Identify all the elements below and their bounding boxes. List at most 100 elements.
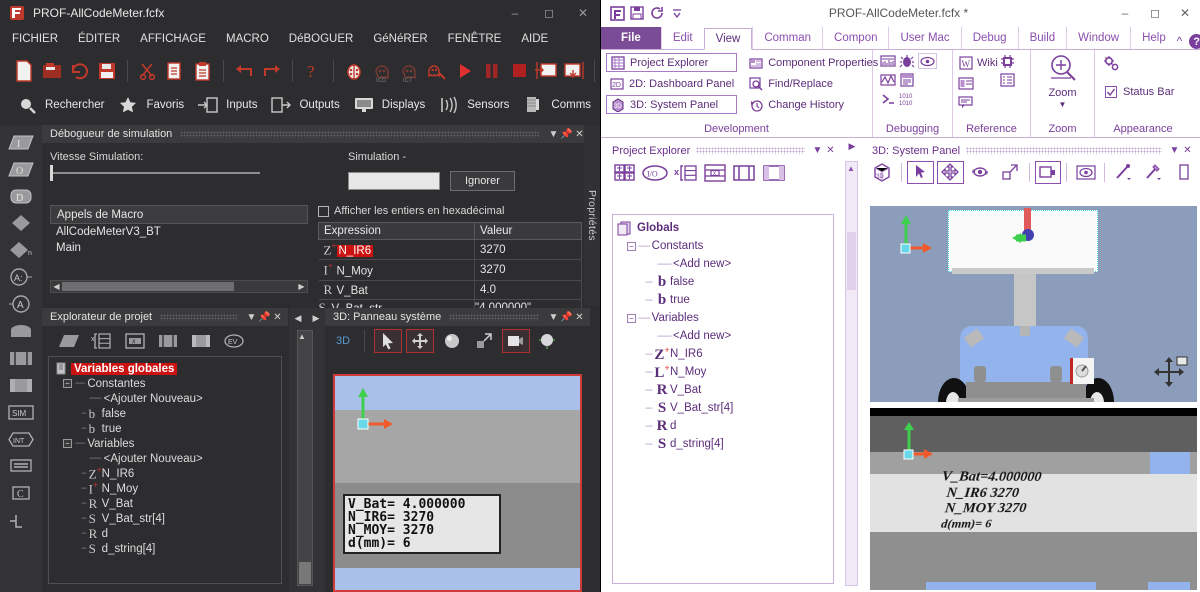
hscroll-thumb[interactable]: [62, 282, 234, 291]
expander-icon[interactable]: −: [627, 242, 636, 251]
hex-checkbox[interactable]: [318, 206, 329, 217]
panel-dropdown-icon[interactable]: ▼: [547, 312, 560, 323]
panel-dropdown-icon[interactable]: ▼: [1168, 145, 1181, 156]
panel-icon[interactable]: [56, 327, 82, 355]
io-icon[interactable]: I/O: [642, 163, 668, 183]
menu-editer[interactable]: ÉDITER: [78, 33, 120, 45]
maximize-icon[interactable]: ◻: [532, 0, 566, 26]
menu-affichage[interactable]: AFFICHAGE: [140, 33, 206, 45]
pause-icon[interactable]: [479, 57, 503, 85]
flowcode-icon[interactable]: [607, 3, 627, 23]
chevron-down-icon[interactable]: ▼: [1059, 100, 1067, 109]
middle-splitter-scroll[interactable]: ◀ ▶ ▲: [289, 308, 325, 592]
component-favoris[interactable]: Favoris: [113, 92, 191, 118]
char-a-icon[interactable]: A: [5, 291, 37, 317]
menu-aide[interactable]: AIDE: [521, 33, 548, 45]
simulation-input[interactable]: [348, 172, 440, 190]
properties-side-tab[interactable]: Propriétés: [584, 125, 600, 305]
tree-node-add-new[interactable]: ----- <Ajouter Nouveau>: [55, 391, 281, 406]
tab-view[interactable]: View: [704, 28, 753, 50]
constants-x-icon[interactable]: x: [704, 163, 726, 183]
minimize-icon[interactable]: –: [498, 0, 532, 26]
tree-node-add-new[interactable]: ------ <Add new>: [617, 327, 833, 345]
tree-node-add-new[interactable]: ----- <Ajouter Nouveau>: [55, 451, 281, 466]
status-bar-checkbox-item[interactable]: Status Bar: [1100, 82, 1177, 101]
panel3d-viewport-left[interactable]: V_Bat= 4.000000 N_IR6= 3270 N_MOY= 3270 …: [333, 374, 582, 592]
cut-scissors-icon[interactable]: [136, 57, 160, 85]
right-3d-viewport-robot[interactable]: [870, 206, 1197, 402]
scroll-up-icon[interactable]: ▲: [847, 164, 855, 173]
tree-node-v-bat-str[interactable]: -- S V_Bat_str[4]: [55, 511, 281, 526]
close-icon[interactable]: ✕: [566, 0, 600, 26]
tree-node-d-string[interactable]: --- S d_string[4]: [617, 435, 833, 453]
vscroll-thumb[interactable]: [299, 562, 311, 584]
maximize-icon[interactable]: ◻: [1140, 0, 1170, 26]
panel-pin-icon[interactable]: 📌: [560, 312, 573, 323]
component-rechercher[interactable]: Rechercher: [12, 92, 111, 118]
tab-debug[interactable]: Debug: [961, 27, 1018, 49]
scroll-right-icon[interactable]: ▶: [296, 282, 307, 291]
expander-icon[interactable]: −: [63, 379, 72, 388]
component-macro-icon[interactable]: [762, 163, 786, 183]
scroll-left-icon[interactable]: ◀: [51, 282, 62, 291]
tree-node-v-bat-str[interactable]: --- S V_Bat_str[4]: [617, 399, 833, 417]
panel-dropdown-icon[interactable]: ▼: [547, 129, 560, 140]
macro-icon[interactable]: [732, 163, 756, 183]
ignore-button[interactable]: Ignorer: [450, 171, 515, 191]
ghost-wrench-icon[interactable]: [424, 57, 448, 85]
tree-node-n-moy[interactable]: -- I+ N_Moy: [55, 481, 281, 496]
terminal-icon[interactable]: [880, 91, 896, 107]
tree-node-variables[interactable]: − ---- Variables: [55, 436, 281, 451]
save-disk-icon[interactable]: [94, 57, 118, 85]
ribbon-item-find-replace[interactable]: Find/Replace: [745, 74, 881, 93]
tree-node-true[interactable]: -- b true: [55, 421, 281, 436]
more-tools-icon[interactable]: [1170, 161, 1197, 184]
help-question-icon[interactable]: ?: [301, 57, 325, 85]
component-comms[interactable]: Comms: [518, 92, 598, 118]
scale-icon[interactable]: [997, 161, 1024, 184]
camera-icon[interactable]: [502, 329, 530, 353]
eye-icon[interactable]: [918, 53, 937, 69]
light-sphere-icon[interactable]: [534, 329, 562, 353]
camera-icon[interactable]: [1035, 161, 1062, 184]
new-file-icon[interactable]: [12, 57, 36, 85]
tree-node-v-bat[interactable]: --- R V_Bat: [617, 381, 833, 399]
tree-node-variables-globales[interactable]: Variables globales: [55, 361, 281, 376]
panel-close-icon[interactable]: ✕: [271, 312, 284, 323]
tree-node-d-string[interactable]: -- S d_string[4]: [55, 541, 281, 556]
copy-icon[interactable]: [163, 57, 187, 85]
tree-node-v-bat[interactable]: -- R V_Bat: [55, 496, 281, 511]
table-row[interactable]: RV_Bat 4.0: [319, 280, 582, 299]
scale-icon[interactable]: [470, 329, 498, 353]
vertical-scrollbar[interactable]: [297, 330, 313, 586]
simulation-speed-slider[interactable]: [50, 172, 260, 174]
tree-node-n-moy[interactable]: --- L+ N_Moy: [617, 363, 833, 381]
tab-build[interactable]: Build: [1018, 27, 1067, 49]
list-icon[interactable]: [1000, 72, 1016, 88]
tree-node-constantes[interactable]: − ---- Constantes: [55, 376, 281, 391]
tree-node-d[interactable]: --- R d: [617, 417, 833, 435]
menu-fenetre[interactable]: FENÊTRE: [448, 33, 502, 45]
ribbon-item-change-history[interactable]: Change History: [745, 95, 881, 114]
tab-file[interactable]: File: [601, 27, 661, 49]
right-3d-viewport-lcd[interactable]: V_Bat=4.000000 N_IR6 3270 N_MOY 3270 d(m…: [870, 408, 1197, 590]
expander-icon[interactable]: −: [627, 314, 636, 323]
cursor-arrow-icon[interactable]: [374, 329, 402, 353]
minimize-icon[interactable]: –: [1110, 0, 1140, 26]
component-outputs[interactable]: Outputs: [266, 92, 346, 118]
run-play-icon[interactable]: [452, 57, 476, 85]
variables-x-icon[interactable]: x: [674, 163, 698, 183]
help-question-icon[interactable]: ?: [1189, 34, 1200, 49]
c-code-icon[interactable]: C: [5, 480, 37, 506]
checkbox-checked-icon[interactable]: [1103, 84, 1119, 100]
int-icon[interactable]: INT: [5, 426, 37, 452]
calculation-icon[interactable]: [5, 318, 37, 344]
panel-pin-icon[interactable]: 📌: [258, 312, 271, 323]
ribbon-item-component-properties[interactable]: Component Properties: [745, 53, 881, 72]
cursor-arrow-icon[interactable]: [907, 161, 934, 184]
tree-node-n-ir6[interactable]: --- Z+ N_IR6: [617, 345, 833, 363]
icd-ghost-icon[interactable]: ICD: [370, 57, 394, 85]
datalog-icon[interactable]: [899, 72, 915, 88]
tab-window[interactable]: Window: [1066, 27, 1130, 49]
ribbon-item-project-explorer[interactable]: Project Explorer: [606, 53, 737, 72]
